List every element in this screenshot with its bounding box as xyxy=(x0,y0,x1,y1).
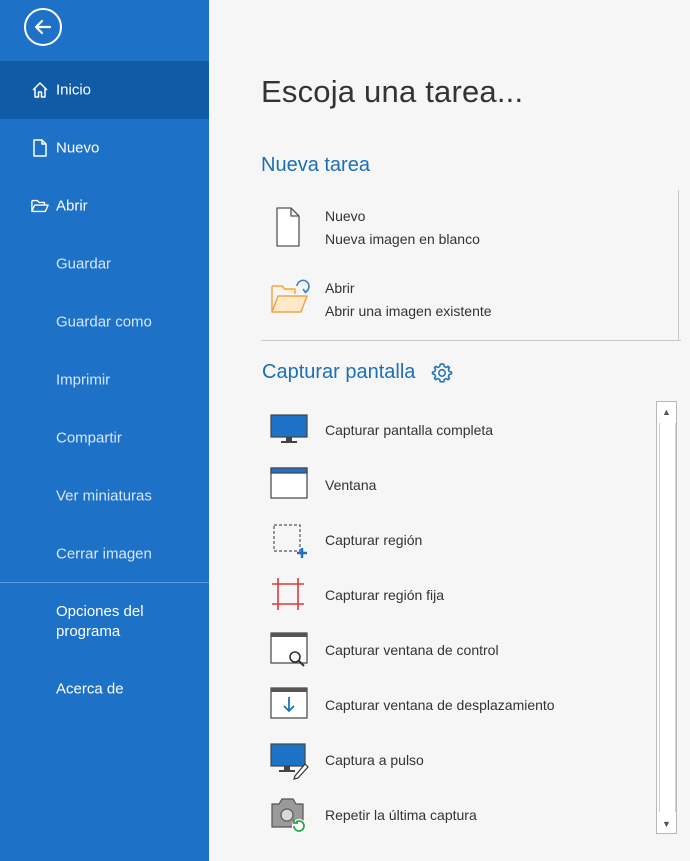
sidebar-item-label: Acerca de xyxy=(56,680,124,698)
open-image-task[interactable]: Abrir Abrir una imagen existente xyxy=(269,278,669,324)
monitor-pen-icon xyxy=(269,740,309,780)
capture-label: Captura a pulso xyxy=(325,752,424,768)
capture-scroll-window[interactable]: Capturar ventana de desplazamiento xyxy=(269,685,649,725)
sidebar-item-acerca-de[interactable]: Acerca de xyxy=(0,660,209,718)
sidebar-item-label: Abrir xyxy=(56,197,88,215)
sidebar-item-label: Opciones del programa xyxy=(56,602,144,642)
camera-repeat-icon xyxy=(269,795,309,835)
scroll-up-icon[interactable]: ▲ xyxy=(657,402,676,421)
sidebar-item-guardar[interactable]: Guardar xyxy=(0,235,209,293)
capture-label: Ventana xyxy=(325,477,377,493)
task-desc: Abrir una imagen existente xyxy=(325,303,492,319)
back-button[interactable] xyxy=(24,8,62,46)
capture-fixed-region[interactable]: Capturar región fija xyxy=(269,575,649,615)
main-panel: Escoja una tarea... Nueva tarea Nuevo Nu… xyxy=(209,0,690,861)
new-task-heading: Nueva tarea xyxy=(261,154,370,176)
window-scroll-icon xyxy=(269,685,309,725)
monitor-icon xyxy=(269,410,309,450)
sidebar-item-opciones[interactable]: Opciones del programa xyxy=(0,596,209,648)
scroll-thumb[interactable] xyxy=(659,423,676,812)
new-image-task[interactable]: Nuevo Nueva imagen en blanco xyxy=(269,206,669,252)
capture-label: Capturar región xyxy=(325,532,423,548)
capture-heading: Capturar pantalla xyxy=(262,361,416,383)
task-desc: Nueva imagen en blanco xyxy=(325,231,480,247)
sidebar-item-imprimir[interactable]: Imprimir xyxy=(0,351,209,409)
capture-repeat-last[interactable]: Repetir la última captura xyxy=(269,795,649,835)
sidebar-item-label: Nuevo xyxy=(56,139,100,157)
home-icon xyxy=(31,81,49,99)
sidebar-item-label: Imprimir xyxy=(56,371,111,389)
gear-icon[interactable] xyxy=(431,362,453,384)
blank-page-icon xyxy=(269,206,309,248)
sidebar-item-label: Ver miniaturas xyxy=(56,487,152,505)
sidebar-item-abrir[interactable]: Abrir xyxy=(0,177,209,235)
capture-label: Capturar región fija xyxy=(325,587,445,603)
window-zoom-icon xyxy=(269,630,309,670)
sidebar-item-compartir[interactable]: Compartir xyxy=(0,409,209,467)
fixed-region-icon xyxy=(269,575,309,615)
scroll-down-icon[interactable]: ▼ xyxy=(657,814,676,833)
sidebar-divider xyxy=(0,582,209,583)
scrollbar[interactable]: ▲ ▼ xyxy=(656,401,677,834)
sidebar-item-label: Guardar como xyxy=(56,313,152,331)
capture-freehand[interactable]: Captura a pulso xyxy=(269,740,649,780)
capture-label: Capturar pantalla completa xyxy=(325,422,494,438)
page-title: Escoja una tarea... xyxy=(261,74,524,109)
sidebar-item-inicio[interactable]: Inicio xyxy=(0,61,209,119)
sidebar-item-cerrar-imagen[interactable]: Cerrar imagen xyxy=(0,525,209,583)
region-select-icon xyxy=(269,520,309,560)
capture-window[interactable]: Ventana xyxy=(269,465,649,505)
divider xyxy=(678,190,679,340)
capture-label: Capturar ventana de desplazamiento xyxy=(325,697,555,713)
new-page-icon xyxy=(31,139,49,157)
folder-open-icon xyxy=(31,197,49,215)
capture-region[interactable]: Capturar región xyxy=(269,520,649,560)
sidebar-item-label-line2: programa xyxy=(56,623,121,640)
task-title: Abrir xyxy=(325,280,355,296)
sidebar-item-label: Cerrar imagen xyxy=(56,545,152,563)
capture-control-window[interactable]: Capturar ventana de control xyxy=(269,630,649,670)
capture-label: Repetir la última captura xyxy=(325,807,477,823)
sidebar-item-nuevo[interactable]: Nuevo xyxy=(0,119,209,177)
sidebar-item-ver-miniaturas[interactable]: Ver miniaturas xyxy=(0,467,209,525)
arrow-left-icon xyxy=(34,19,52,35)
sidebar-item-label: Guardar xyxy=(56,255,112,273)
window-icon xyxy=(269,465,309,505)
open-folder-icon xyxy=(269,278,310,320)
sidebar-item-guardar-como[interactable]: Guardar como xyxy=(0,293,209,351)
capture-label: Capturar ventana de control xyxy=(325,642,499,658)
task-title: Nuevo xyxy=(325,208,366,224)
sidebar-item-label: Inicio xyxy=(56,81,92,99)
sidebar: Inicio Nuevo Abrir Guardar Guardar como … xyxy=(0,0,209,861)
sidebar-item-label: Compartir xyxy=(56,429,122,447)
sidebar-item-label-line1: Opciones del xyxy=(56,603,144,620)
capture-fullscreen[interactable]: Capturar pantalla completa xyxy=(269,410,649,450)
section-divider xyxy=(261,340,681,341)
